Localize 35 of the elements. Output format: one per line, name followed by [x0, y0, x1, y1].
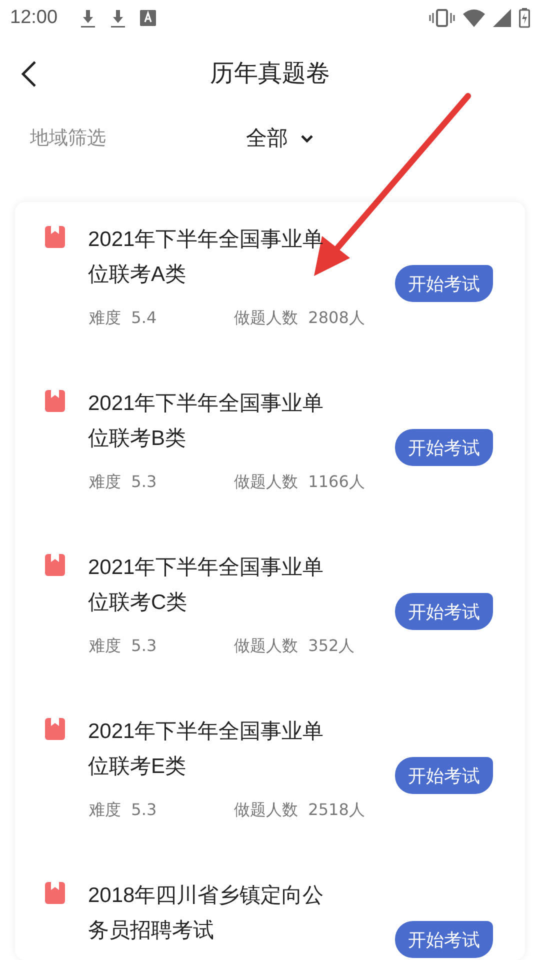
difficulty-text: 难度 5.3	[89, 636, 157, 657]
takers-text: 做题人数 352人	[234, 636, 355, 657]
font-icon	[140, 10, 156, 26]
wifi-icon	[463, 9, 485, 27]
difficulty-text: 难度 5.4	[89, 308, 157, 329]
paper-title: 2018年四川省乡镇定向公务员招聘考试	[88, 883, 325, 944]
takers-text: 做题人数 2808人	[234, 308, 365, 329]
bookmark-icon	[45, 554, 65, 576]
back-icon	[20, 60, 38, 88]
signal-icon	[493, 9, 511, 27]
difficulty-text: 难度 5.3	[89, 472, 157, 493]
bookmark-icon	[45, 718, 65, 740]
bookmark-icon	[45, 390, 65, 412]
difficulty-text: 难度 5.3	[89, 800, 157, 821]
download-icon	[110, 8, 126, 28]
start-exam-button[interactable]: 开始考试	[395, 265, 493, 302]
region-dropdown[interactable]: 全部	[246, 124, 314, 152]
paper-title: 2021年下半年全国事业单位联考B类	[88, 391, 325, 452]
bookmark-icon	[45, 882, 65, 904]
paper-title: 2021年下半年全国事业单位联考E类	[88, 719, 325, 780]
start-exam-button[interactable]: 开始考试	[395, 757, 493, 794]
battery-icon	[519, 8, 530, 28]
page-title: 历年真题卷	[210, 58, 330, 89]
takers-text: 做题人数 2518人	[234, 800, 365, 821]
filter-label: 地域筛选	[30, 126, 106, 151]
bookmark-icon	[45, 226, 65, 248]
download-icon	[80, 8, 96, 28]
paper-title: 2021年下半年全国事业单位联考C类	[88, 555, 325, 616]
chevron-down-icon	[300, 134, 314, 142]
start-exam-button[interactable]: 开始考试	[395, 429, 493, 466]
vibrate-icon	[429, 9, 455, 27]
start-exam-button[interactable]: 开始考试	[395, 921, 493, 958]
start-exam-button[interactable]: 开始考试	[395, 593, 493, 630]
clock: 12:00	[10, 7, 58, 29]
takers-text: 做题人数 1166人	[234, 472, 365, 493]
